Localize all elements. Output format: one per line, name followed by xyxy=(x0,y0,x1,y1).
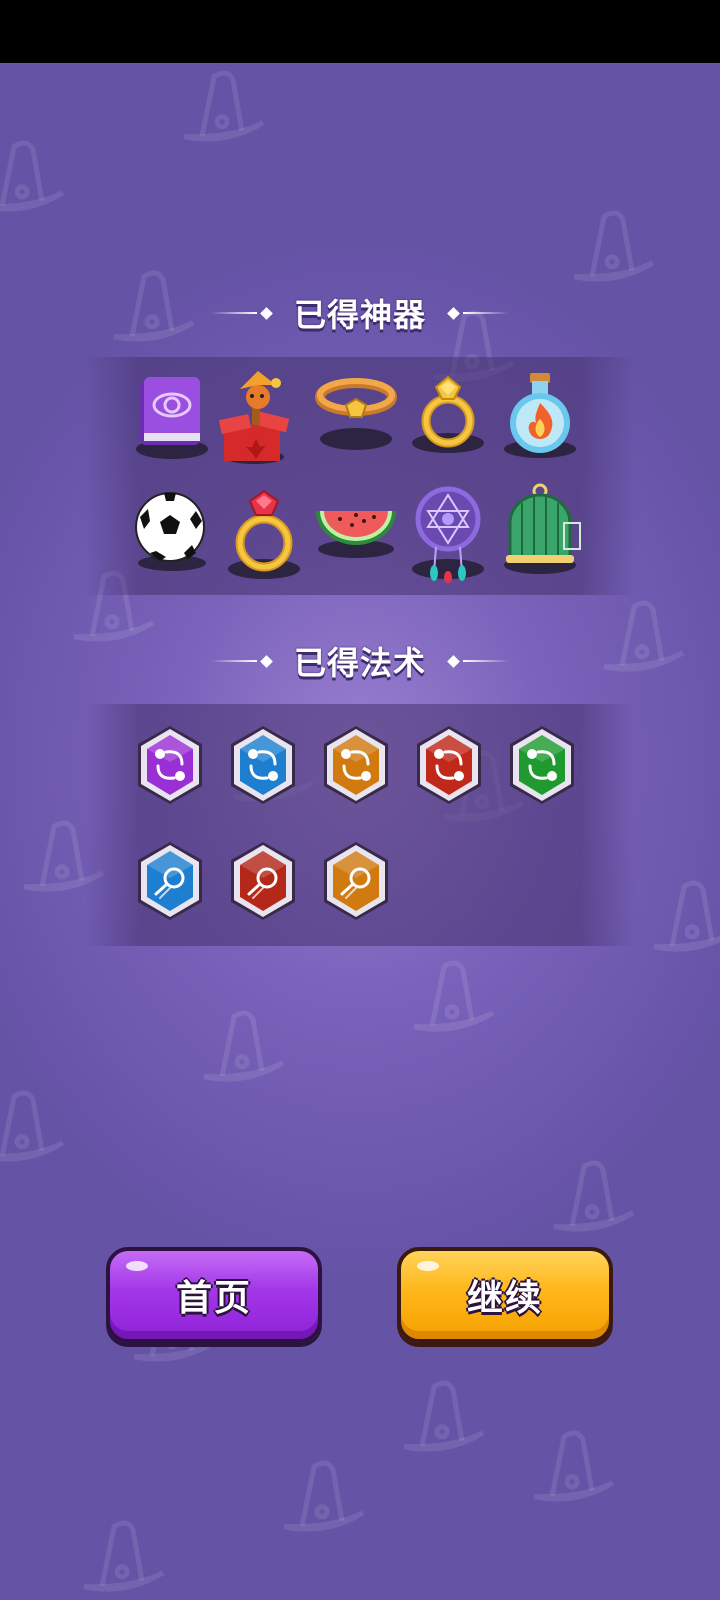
artifacts-section-title: 已得神器 xyxy=(0,288,720,338)
birdcage-icon[interactable] xyxy=(494,483,586,583)
swap-spell-red-icon[interactable] xyxy=(415,724,483,806)
wizard-hat-pattern-icon xyxy=(183,70,265,142)
gold-bracelet-icon[interactable] xyxy=(310,367,402,467)
button-shine xyxy=(126,1261,148,1271)
comet-spell-blue-icon[interactable] xyxy=(136,840,204,922)
dreamcatcher-icon[interactable] xyxy=(402,483,494,583)
wizard-hat-pattern-icon xyxy=(413,960,495,1032)
spells-title-text: 已得法术 xyxy=(293,644,426,682)
soccer-ball-icon[interactable] xyxy=(126,483,218,583)
wizard-hat-pattern-icon xyxy=(83,1520,165,1592)
jack-in-the-box-icon[interactable] xyxy=(218,367,310,467)
ruby-ring-icon[interactable] xyxy=(218,483,310,583)
spell-book-icon[interactable] xyxy=(126,367,218,467)
wizard-hat-pattern-icon xyxy=(403,1380,485,1452)
wizard-hat-pattern-icon xyxy=(0,140,65,212)
swap-spell-orange-icon[interactable] xyxy=(322,724,390,806)
continue-button[interactable]: 继续 xyxy=(397,1247,613,1343)
title-decoration-right xyxy=(444,654,509,668)
comet-spell-orange-icon[interactable] xyxy=(322,840,390,922)
wizard-hat-pattern-icon xyxy=(533,1430,615,1502)
swap-spell-green-icon[interactable] xyxy=(508,724,576,806)
continue-button-label: 继续 xyxy=(466,1278,543,1319)
comet-spell-red-icon[interactable] xyxy=(229,840,297,922)
diamond-ring-icon[interactable] xyxy=(402,367,494,467)
title-decoration-right xyxy=(444,306,509,320)
button-shine xyxy=(417,1261,439,1271)
swap-spell-blue-icon[interactable] xyxy=(229,724,297,806)
wizard-hat-pattern-icon xyxy=(0,1090,65,1162)
watermelon-icon[interactable] xyxy=(310,483,402,583)
title-decoration-left xyxy=(210,306,276,320)
title-decoration-left xyxy=(210,654,276,668)
wizard-hat-pattern-icon xyxy=(203,1010,285,1082)
spells-section-title: 已得法术 xyxy=(0,636,720,686)
swap-spell-purple-icon[interactable] xyxy=(136,724,204,806)
home-button[interactable]: 首页 xyxy=(106,1247,322,1343)
wizard-hat-pattern-icon xyxy=(573,210,655,282)
wizard-hat-pattern-icon xyxy=(653,880,720,952)
fire-potion-icon[interactable] xyxy=(494,367,586,467)
home-button-label: 首页 xyxy=(175,1278,252,1319)
game-screen: 已得神器 已得法术 首页 继续 xyxy=(0,0,720,1600)
wizard-hat-pattern-icon xyxy=(553,1160,635,1232)
artifacts-title-text: 已得神器 xyxy=(293,296,426,334)
wizard-hat-pattern-icon xyxy=(283,1460,365,1532)
